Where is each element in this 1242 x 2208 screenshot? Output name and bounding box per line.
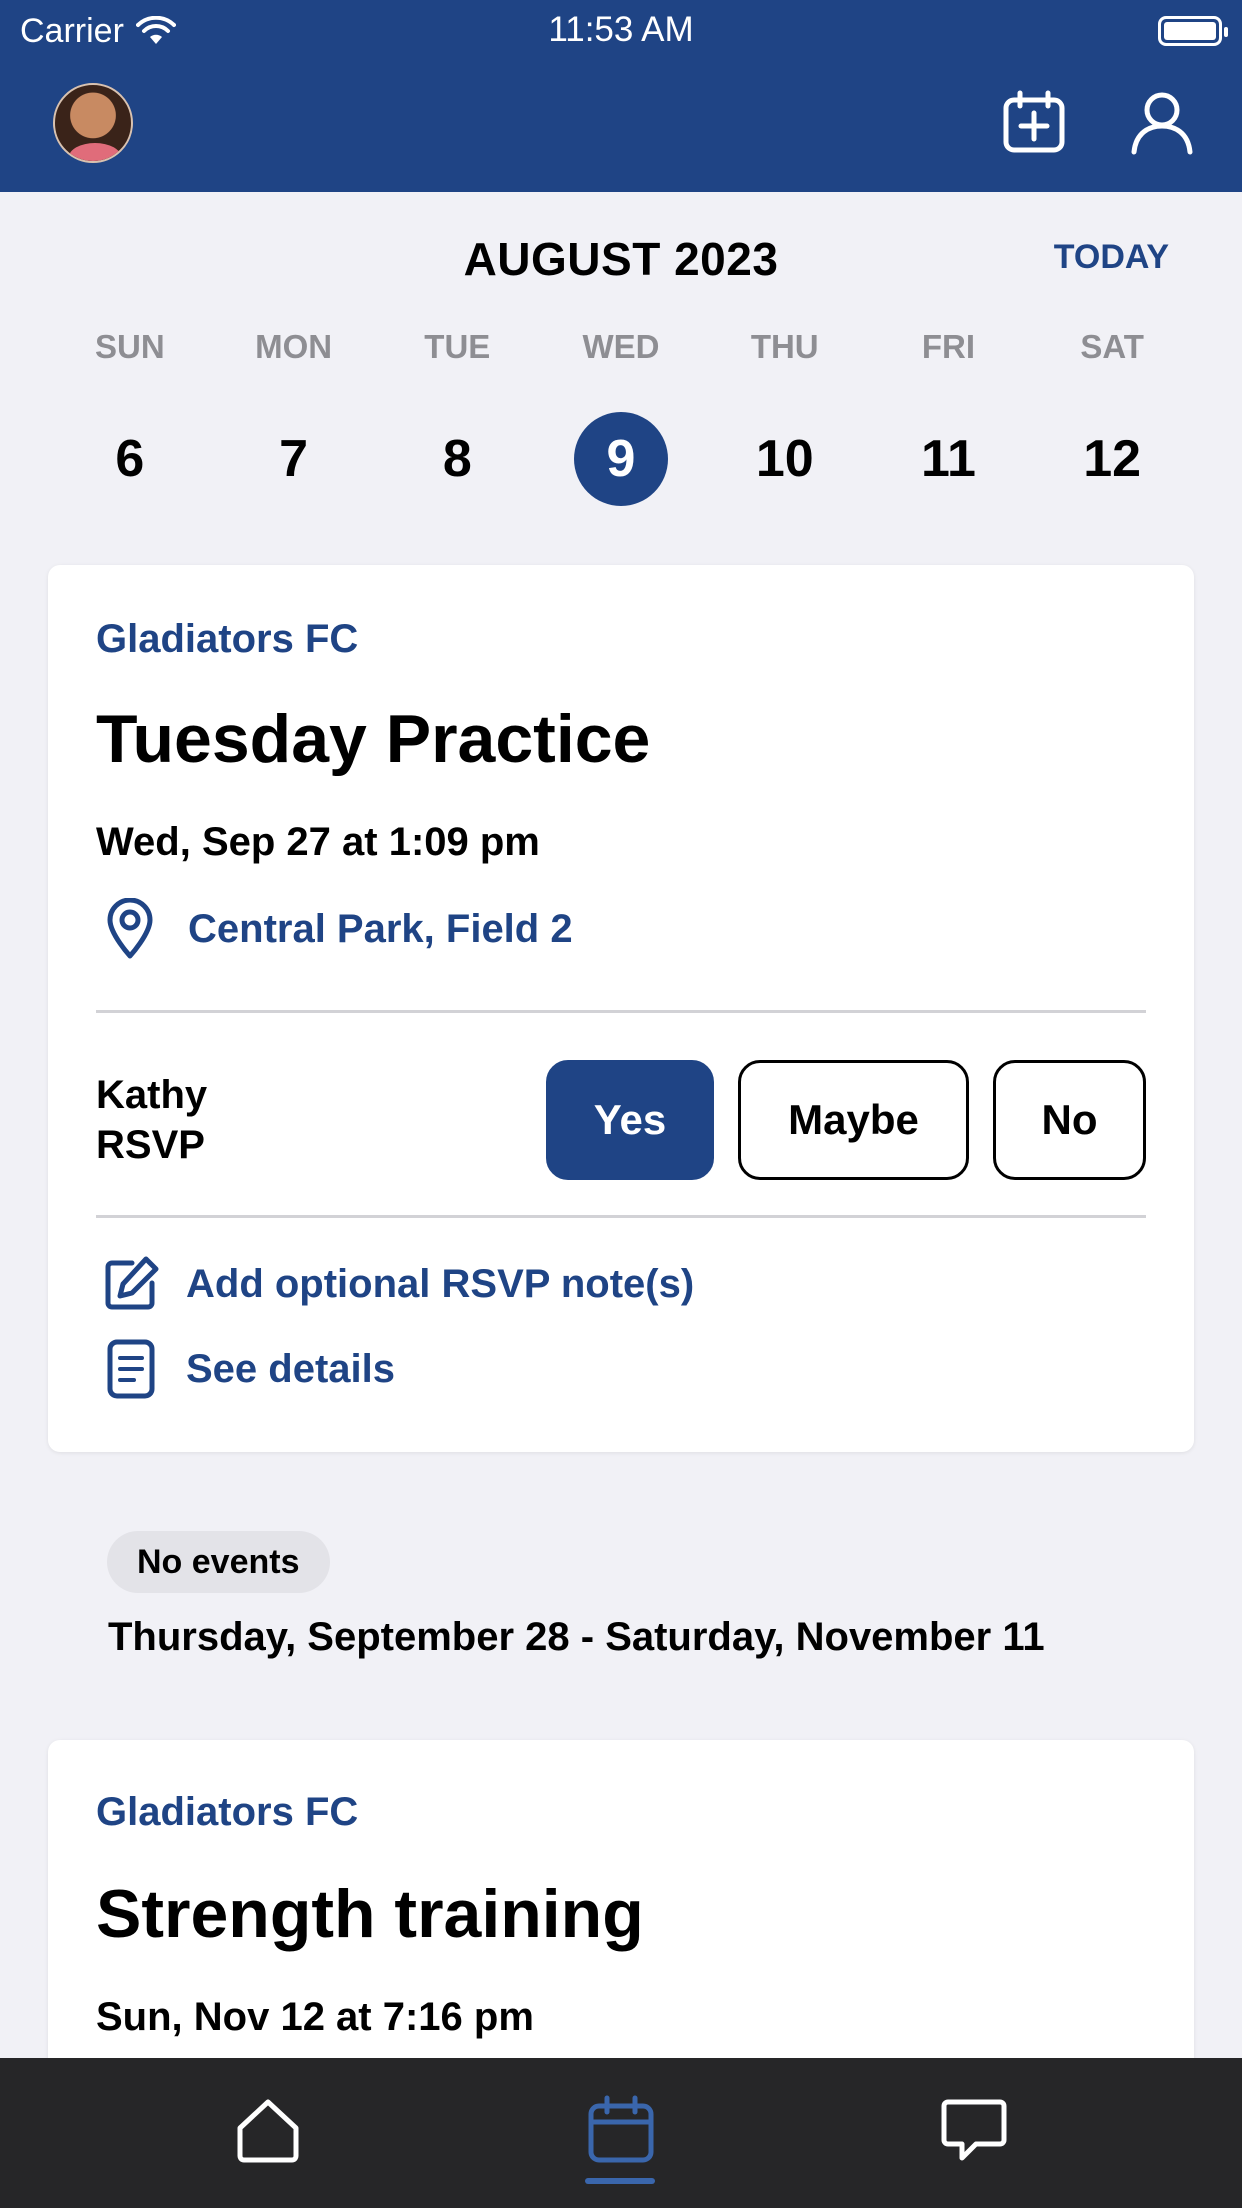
event-title: Strength training bbox=[96, 1876, 644, 1952]
add-note-action[interactable]: Add optional RSVP note(s) bbox=[102, 1255, 694, 1313]
active-tab-indicator bbox=[585, 2178, 655, 2184]
week-strip: SUN 6 MON 7 TUE 8 WED 9 THU 10 FRI 11 SA… bbox=[48, 328, 1194, 506]
home-icon[interactable] bbox=[232, 2094, 304, 2166]
divider bbox=[96, 1010, 1146, 1013]
day-sun[interactable]: SUN 6 bbox=[48, 328, 212, 506]
team-name[interactable]: Gladiators FC bbox=[96, 617, 358, 662]
top-header: Carrier 11:53 AM bbox=[0, 0, 1242, 192]
see-details-action[interactable]: See details bbox=[102, 1338, 395, 1400]
day-of-week: SAT bbox=[1080, 328, 1144, 365]
day-number: 10 bbox=[755, 430, 814, 488]
edit-note-icon bbox=[105, 1256, 159, 1310]
location-link[interactable]: Central Park, Field 2 bbox=[188, 907, 573, 952]
chat-icon[interactable] bbox=[938, 2094, 1010, 2166]
day-of-week: MON bbox=[255, 328, 333, 365]
event-title: Tuesday Practice bbox=[96, 701, 651, 777]
location-pin-icon bbox=[107, 898, 153, 959]
day-of-week: WED bbox=[582, 328, 660, 365]
day-number-selected: 9 bbox=[574, 412, 669, 506]
see-details-link[interactable]: See details bbox=[186, 1347, 395, 1392]
day-of-week: FRI bbox=[921, 328, 976, 365]
day-number: 12 bbox=[1083, 430, 1142, 488]
day-of-week: SUN bbox=[95, 328, 165, 365]
rsvp-yes-button[interactable]: Yes bbox=[546, 1060, 714, 1180]
no-events-badge: No events bbox=[107, 1531, 330, 1593]
rsvp-no-button[interactable]: No bbox=[993, 1060, 1146, 1180]
app-screen: Carrier 11:53 AM AUGUST 2023 TODAY SUN 6… bbox=[0, 0, 1242, 2208]
day-fri[interactable]: FRI 11 bbox=[867, 328, 1031, 506]
tab-bar bbox=[0, 2058, 1242, 2208]
day-number: 11 bbox=[920, 430, 976, 488]
day-of-week: TUE bbox=[424, 328, 491, 365]
day-number: 8 bbox=[442, 430, 472, 488]
no-events-range: Thursday, September 28 - Saturday, Novem… bbox=[108, 1615, 1045, 1659]
day-mon[interactable]: MON 7 bbox=[212, 328, 376, 506]
event-card[interactable]: Gladiators FC Tuesday Practice Wed, Sep … bbox=[48, 565, 1194, 1452]
status-time: 11:53 AM bbox=[548, 10, 694, 49]
day-thu[interactable]: THU 10 bbox=[703, 328, 867, 506]
calendar-icon[interactable] bbox=[585, 2094, 657, 2166]
day-tue[interactable]: TUE 8 bbox=[375, 328, 539, 506]
rsvp-maybe-button[interactable]: Maybe bbox=[738, 1060, 969, 1180]
today-button[interactable]: TODAY bbox=[1054, 238, 1169, 277]
day-of-week: THU bbox=[750, 328, 819, 365]
team-name[interactable]: Gladiators FC bbox=[96, 1790, 358, 1835]
event-datetime: Wed, Sep 27 at 1:09 pm bbox=[96, 820, 540, 864]
user-avatar[interactable] bbox=[53, 83, 133, 163]
rsvp-label: Kathy RSVP bbox=[96, 1073, 208, 1167]
event-datetime: Sun, Nov 12 at 7:16 pm bbox=[96, 1995, 534, 2039]
document-icon bbox=[107, 1339, 155, 1399]
day-sat[interactable]: SAT 12 bbox=[1030, 328, 1194, 506]
divider bbox=[96, 1215, 1146, 1218]
add-note-link[interactable]: Add optional RSVP note(s) bbox=[186, 1262, 694, 1307]
day-wed[interactable]: WED 9 bbox=[539, 328, 703, 506]
event-location[interactable]: Central Park, Field 2 bbox=[102, 898, 573, 960]
profile-icon[interactable] bbox=[1128, 88, 1196, 156]
day-number: 6 bbox=[115, 430, 145, 488]
day-number: 7 bbox=[279, 430, 309, 488]
calendar-add-icon[interactable] bbox=[1000, 88, 1068, 156]
